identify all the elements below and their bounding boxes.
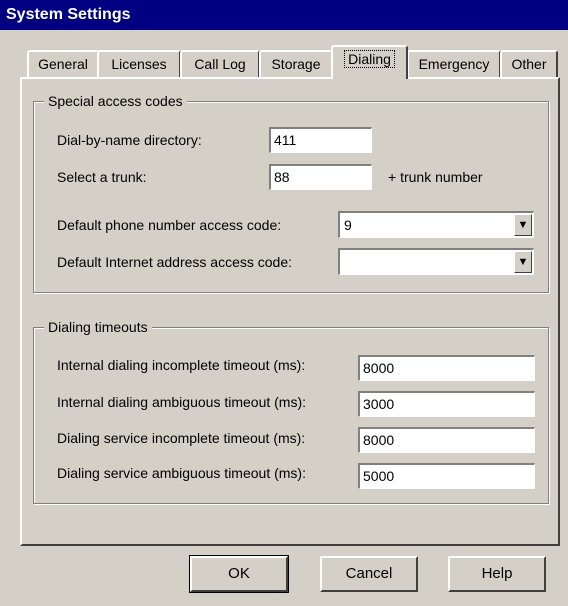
help-button[interactable]: Help bbox=[448, 556, 546, 592]
field-value: 5000 bbox=[363, 468, 395, 484]
tab-other[interactable]: Other bbox=[500, 50, 558, 77]
select-value: 9 bbox=[344, 217, 352, 233]
internal-ambiguous-timeout-label: Internal dialing ambiguous timeout (ms): bbox=[57, 394, 307, 410]
tab-label: Other bbox=[511, 56, 547, 72]
field-value: 3000 bbox=[363, 396, 395, 412]
field-value: 8000 bbox=[363, 432, 395, 448]
default-phone-access-select[interactable]: 9 ▼ bbox=[338, 211, 534, 238]
tab-licenses[interactable]: Licenses bbox=[97, 50, 181, 77]
tab-label: Call Log bbox=[194, 56, 246, 72]
internal-incomplete-timeout-field[interactable]: 8000 bbox=[358, 355, 535, 381]
tab-general[interactable]: General bbox=[27, 50, 99, 77]
dial-by-name-field[interactable]: 411 bbox=[269, 127, 372, 153]
service-ambiguous-timeout-field[interactable]: 5000 bbox=[358, 463, 535, 489]
select-trunk-field[interactable]: 88 bbox=[269, 164, 372, 190]
tab-label: Emergency bbox=[418, 56, 490, 72]
default-phone-access-label: Default phone number access code: bbox=[57, 217, 282, 233]
tab-label: Licenses bbox=[111, 56, 167, 72]
chevron-down-icon[interactable]: ▼ bbox=[514, 214, 532, 236]
service-incomplete-timeout-field[interactable]: 8000 bbox=[358, 427, 535, 453]
chevron-down-icon[interactable]: ▼ bbox=[514, 251, 532, 273]
select-trunk-label: Select a trunk: bbox=[57, 169, 147, 185]
default-internet-access-select[interactable]: ▼ bbox=[338, 248, 534, 275]
field-value: 88 bbox=[274, 169, 290, 185]
internal-ambiguous-timeout-field[interactable]: 3000 bbox=[358, 391, 535, 417]
cancel-button[interactable]: Cancel bbox=[320, 556, 418, 592]
ok-button[interactable]: OK bbox=[189, 555, 289, 593]
dialing-tab-panel: Special access codes Dial-by-name direct… bbox=[20, 77, 560, 546]
tab-label: Storage bbox=[271, 56, 321, 72]
default-internet-access-label: Default Internet address access code: bbox=[57, 254, 293, 270]
tab-label: Dialing bbox=[344, 50, 395, 68]
button-label: Help bbox=[481, 565, 513, 582]
button-label: OK bbox=[228, 565, 250, 582]
tab-call-log[interactable]: Call Log bbox=[180, 50, 260, 77]
tab-dialing[interactable]: Dialing bbox=[331, 45, 408, 79]
dial-by-name-label: Dial-by-name directory: bbox=[57, 132, 202, 148]
tab-strip: General Licenses Call Log Storage Dialin… bbox=[0, 0, 568, 80]
service-ambiguous-timeout-label: Dialing service ambiguous timeout (ms): bbox=[57, 465, 306, 481]
trunk-number-suffix: + trunk number bbox=[388, 169, 483, 185]
button-label: Cancel bbox=[345, 565, 393, 582]
tab-label: General bbox=[38, 56, 88, 72]
field-value: 8000 bbox=[363, 360, 395, 376]
tab-emergency[interactable]: Emergency bbox=[407, 50, 501, 77]
internal-incomplete-timeout-label: Internal dialing incomplete timeout (ms)… bbox=[57, 357, 306, 373]
group-title: Special access codes bbox=[44, 92, 187, 110]
field-value: 411 bbox=[274, 132, 297, 148]
group-title: Dialing timeouts bbox=[44, 318, 152, 336]
service-incomplete-timeout-label: Dialing service incomplete timeout (ms): bbox=[57, 430, 306, 446]
tab-storage[interactable]: Storage bbox=[259, 50, 333, 77]
